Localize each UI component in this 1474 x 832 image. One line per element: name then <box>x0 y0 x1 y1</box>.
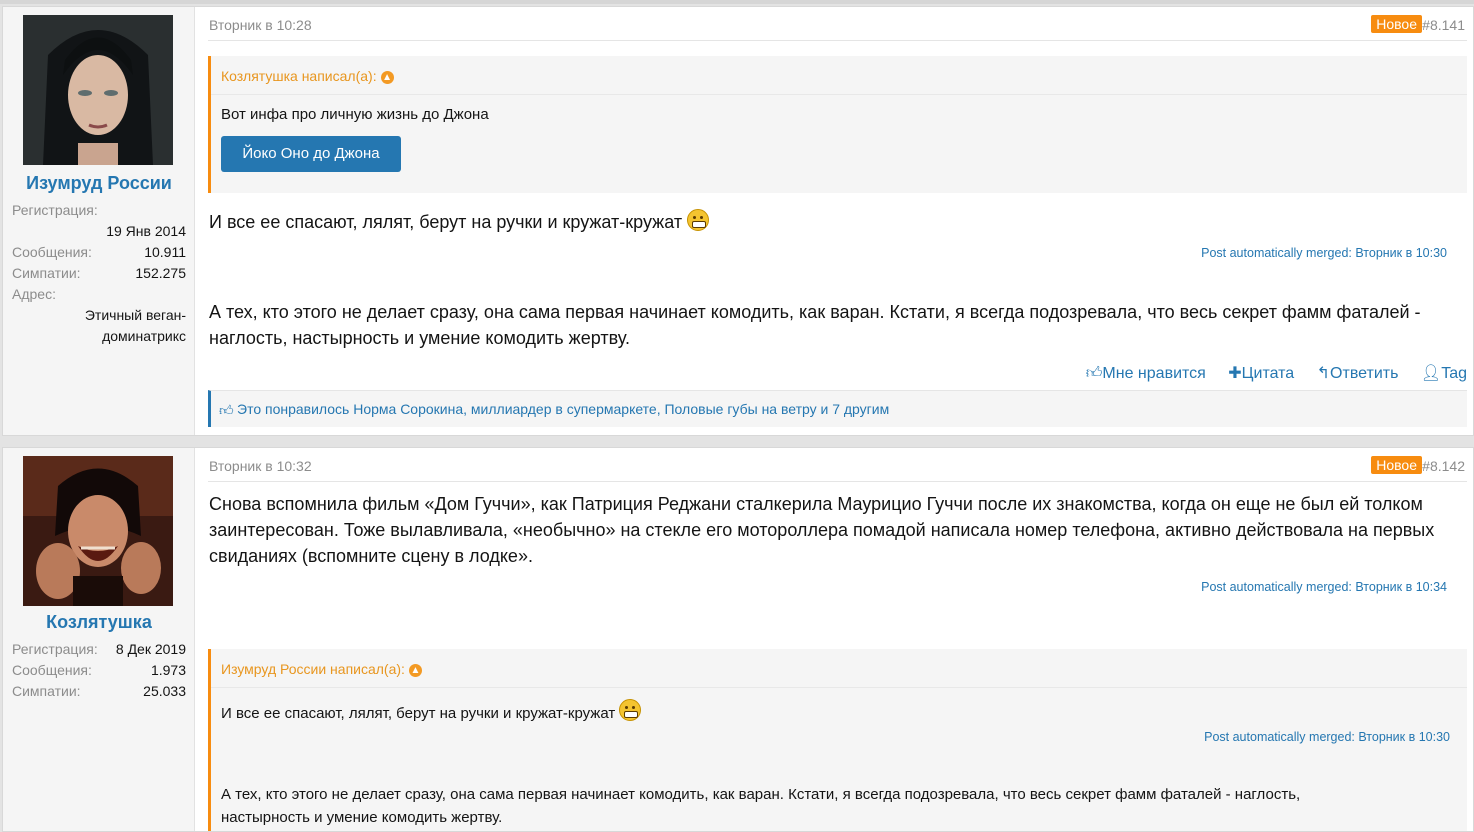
quote-header: Козлятушка написал(а): ▲ <box>211 56 1467 95</box>
grimace-emoji-icon <box>687 209 710 231</box>
post-text-1-content: И все ее спасают, лялят, берут на ручки … <box>209 212 683 232</box>
likes-label: Симпатии: <box>12 683 81 699</box>
quote-header: Изумруд России написал(а): ▲ <box>211 649 1467 688</box>
page-top-border <box>0 0 1474 4</box>
address-label: Адрес: <box>12 286 56 302</box>
user-sidebar: Козлятушка Регистрация: 8 Дек 2019 Сообщ… <box>3 448 195 831</box>
likes-value: 152.275 <box>135 265 186 281</box>
registration-value: 19 Янв 2014 <box>106 223 186 239</box>
quote-text-2: А тех, кто этого не делает сразу, она са… <box>221 786 1301 826</box>
new-badge: Новое <box>1371 456 1422 474</box>
username[interactable]: Козлятушка <box>3 612 195 633</box>
post-8141: Изумруд России Регистрация: 19 Янв 2014 … <box>2 6 1474 436</box>
quote-author-link[interactable]: Козлятушка написал(а): ▲ <box>221 68 394 84</box>
username[interactable]: Изумруд России <box>3 173 195 194</box>
messages-value: 10.911 <box>144 244 186 260</box>
likes-bar: 👍︎ Это понравилось Норма Сорокина, милли… <box>208 390 1467 427</box>
post-content: Вторник в 10:28 Новое #8.141 Козлятушка … <box>208 7 1467 435</box>
messages-label: Сообщения: <box>12 662 92 678</box>
messages-label: Сообщения: <box>12 244 92 260</box>
quote-text-1-content: И все ее спасают, лялят, берут на ручки … <box>221 705 616 722</box>
user-sidebar: Изумруд России Регистрация: 19 Янв 2014 … <box>3 7 195 435</box>
post-content: Вторник в 10:32 Новое #8.142 Снова вспом… <box>208 448 1467 831</box>
like-button[interactable]: 👍︎Мне нравится <box>1086 365 1206 382</box>
post-header: Вторник в 10:32 Новое #8.142 <box>208 448 1467 482</box>
arrow-up-icon[interactable]: ▲ <box>408 664 422 677</box>
avatar[interactable] <box>23 456 173 606</box>
user-icon: 👤︎ <box>1420 365 1442 382</box>
merged-notice: Post automatically merged: Вторник в 10:… <box>1201 246 1447 260</box>
post-date[interactable]: Вторник в 10:28 <box>209 17 312 33</box>
registration-label: Регистрация: <box>12 641 98 657</box>
post-date[interactable]: Вторник в 10:32 <box>209 458 312 474</box>
quote-merged-notice: Post automatically merged: Вторник в 10:… <box>1204 730 1450 744</box>
registration-value: 8 Дек 2019 <box>115 641 186 657</box>
post-number[interactable]: #8.142 <box>1422 458 1465 474</box>
tag-label: Tag <box>1441 365 1467 382</box>
tag-button[interactable]: 👤︎Tag <box>1421 365 1467 382</box>
quote-block: Козлятушка написал(а): ▲ Вот инфа про лич… <box>208 56 1467 193</box>
thumbs-up-icon: 👍︎ <box>219 402 234 418</box>
post-number[interactable]: #8.141 <box>1422 17 1465 33</box>
reply-label: Ответить <box>1330 365 1399 382</box>
thumbs-up-icon: 👍︎ <box>1085 365 1103 382</box>
post-actions: 👍︎Мне нравится ✚Цитата ↰Ответить 👤︎Tag <box>1068 363 1467 383</box>
arrow-up-icon[interactable]: ▲ <box>380 71 394 84</box>
quote-button[interactable]: ✚Цитата <box>1228 365 1294 382</box>
quote-block: Изумруд России написал(а): ▲ И все ее спа… <box>208 649 1467 831</box>
post-text-1: Снова вспомнила фильм «Дом Гуччи», как П… <box>209 494 1435 566</box>
post-header: Вторник в 10:28 Новое #8.141 <box>208 7 1467 41</box>
avatar[interactable] <box>23 15 173 165</box>
quote-text: Вот инфа про личную жизнь до Джона <box>221 106 489 123</box>
post-text-2: А тех, кто этого не делает сразу, она са… <box>209 302 1421 348</box>
likes-label: Симпатии: <box>12 265 81 281</box>
quote-text-1: И все ее спасают, лялят, берут на ручки … <box>221 699 642 722</box>
post-8142: Козлятушка Регистрация: 8 Дек 2019 Сообщ… <box>2 447 1474 832</box>
address-value-line2: доминатрикс <box>102 328 186 344</box>
plus-icon: ✚ <box>1228 365 1242 382</box>
spoiler-button[interactable]: Йоко Оно до Джона <box>221 136 401 172</box>
post-text-1: И все ее спасают, лялят, берут на ручки … <box>209 209 1447 235</box>
reply-button[interactable]: ↰Ответить <box>1317 365 1399 382</box>
likes-value: 25.033 <box>143 683 186 699</box>
quote-author-text: Изумруд России написал(а): <box>221 661 405 677</box>
quote-author-text: Козлятушка написал(а): <box>221 68 377 84</box>
messages-value: 1.973 <box>150 662 186 678</box>
new-badge: Новое <box>1371 15 1422 33</box>
grimace-emoji-icon <box>619 699 642 721</box>
quote-author-link[interactable]: Изумруд России написал(а): ▲ <box>221 661 422 677</box>
like-label: Мне нравится <box>1102 365 1206 382</box>
reply-arrow-icon: ↰ <box>1316 365 1331 382</box>
registration-label: Регистрация: <box>12 202 98 218</box>
address-value-line1: Этичный веган- <box>84 307 186 323</box>
likes-list[interactable]: Это понравилось Норма Сорокина, миллиард… <box>237 401 889 417</box>
merged-notice: Post automatically merged: Вторник в 10:… <box>1201 580 1447 594</box>
quote-label: Цитата <box>1241 365 1295 382</box>
